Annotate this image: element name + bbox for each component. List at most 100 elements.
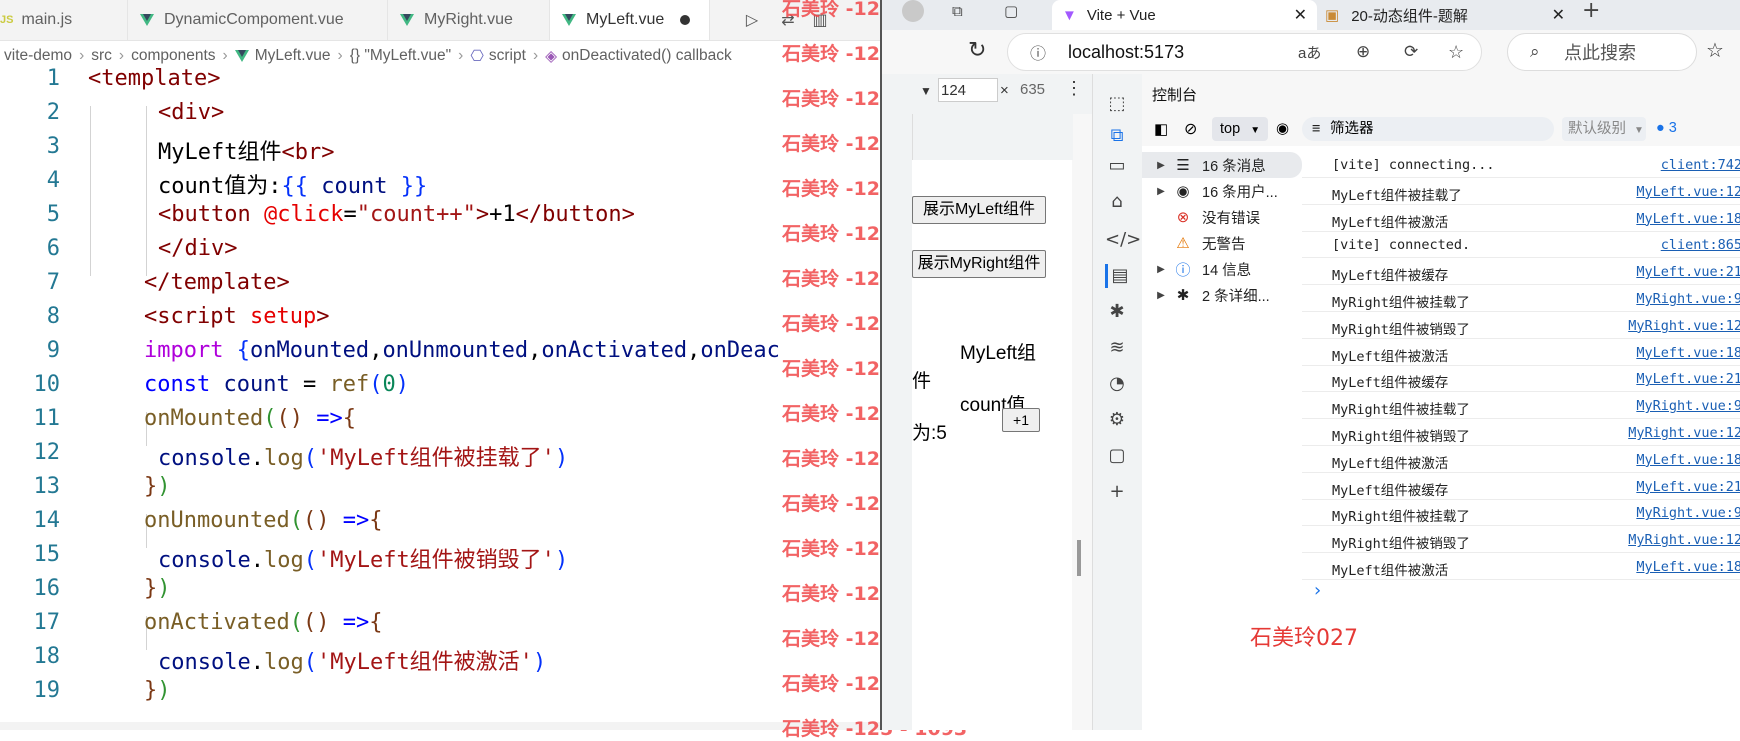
live-expression-eye-icon[interactable]: ◉ xyxy=(1276,119,1289,137)
log-source-link[interactable]: client:865 xyxy=(1661,237,1740,253)
console-prompt[interactable]: › xyxy=(1314,580,1321,601)
refresh-icon[interactable]: ↻ xyxy=(968,38,986,63)
new-tab-icon[interactable]: + xyxy=(1582,0,1600,23)
close-tab-icon[interactable]: ✕ xyxy=(1294,5,1307,25)
console-icon[interactable]: ▤ xyxy=(1105,264,1132,288)
show-myright-button[interactable]: 展示MyRight组件 xyxy=(912,250,1046,278)
issues-badge[interactable]: ● 3 xyxy=(1656,120,1677,136)
log-level-value: 默认级别 xyxy=(1568,121,1626,137)
log-source-link[interactable]: MyLeft.vue:21 xyxy=(1636,479,1740,495)
settings-gear-icon[interactable]: ⚙ xyxy=(1105,408,1129,432)
add-tool-icon[interactable]: + xyxy=(1105,480,1129,504)
search-placeholder: 点此搜索 xyxy=(1564,43,1636,63)
favorites-icon[interactable]: ☆ xyxy=(1706,38,1724,62)
run-icon[interactable]: ▷ xyxy=(742,10,762,30)
context-select[interactable]: top ▼ xyxy=(1212,117,1268,141)
breadcrumb-item[interactable]: MyLeft.vue xyxy=(255,47,331,65)
resize-handle[interactable] xyxy=(1077,540,1081,576)
profile-avatar[interactable] xyxy=(902,0,924,22)
show-myleft-button[interactable]: 展示MyLeft组件 xyxy=(912,196,1046,224)
warning-icon: ⚠ xyxy=(1176,235,1190,252)
tab-actions-icon[interactable]: ▢ xyxy=(1004,2,1018,20)
category-warnings[interactable]: ⚠ 无警告 xyxy=(1142,230,1302,256)
breadcrumb-item[interactable]: src xyxy=(91,47,112,65)
tab-dynamic-compoment[interactable]: DynamicCompoment.vue xyxy=(128,0,388,40)
log-message: MyRight组件被销毁了 xyxy=(1332,429,1470,445)
breadcrumb-item[interactable]: onDeactivated() callback xyxy=(562,47,732,65)
read-aloud-icon[interactable]: aあ xyxy=(1298,42,1321,63)
log-source-link[interactable]: MyLeft.vue:12 xyxy=(1636,184,1740,200)
category-info[interactable]: ▶ ⓘ 14 信息 xyxy=(1142,256,1302,282)
search-box[interactable]: ⌕ 点此搜索 xyxy=(1507,33,1697,71)
url-field[interactable]: ⓘ localhost:5173 aあ ⊕ ⟳ ☆ xyxy=(1007,33,1482,71)
home-icon[interactable]: ⌂ xyxy=(1105,190,1129,214)
line-number: 3 xyxy=(46,134,60,159)
dimension-dropdown-icon[interactable]: ▼ xyxy=(920,84,932,98)
category-messages[interactable]: ▶ ☰ 16 条消息 xyxy=(1142,152,1302,178)
collections-icon[interactable]: ⧉ xyxy=(952,2,963,20)
log-source-link[interactable]: MyLeft.vue:18 xyxy=(1636,559,1740,575)
log-message: MyLeft组件被激活 xyxy=(1332,455,1449,472)
breadcrumb-item[interactable]: vite-demo xyxy=(4,47,72,65)
increment-button[interactable]: +1 xyxy=(1002,408,1040,432)
browser-tab-solution[interactable]: ▣ 20-动态组件-题解 ✕ xyxy=(1315,0,1575,30)
log-source-link[interactable]: MyRight.vue:12 xyxy=(1628,318,1740,334)
network-icon[interactable]: ≋ xyxy=(1105,336,1129,360)
breadcrumb-item[interactable]: {} "MyLeft.vue" xyxy=(350,47,451,65)
code-line: onActivated(() =>{ xyxy=(144,610,383,635)
log-message: MyRight组件被挂载了 xyxy=(1332,509,1470,526)
log-source-link[interactable]: MyRight.vue:12 xyxy=(1628,425,1740,441)
log-source-link[interactable]: MyRight.vue:9 xyxy=(1636,505,1740,521)
log-level-select[interactable]: 默认级别 ▼ xyxy=(1562,117,1646,141)
code-line: console.log('MyLeft组件被挂载了') xyxy=(158,446,569,471)
log-source-link[interactable]: MyRight.vue:9 xyxy=(1636,398,1740,414)
tab-myright[interactable]: MyRight.vue xyxy=(388,0,550,40)
clear-console-icon[interactable]: ⊘ xyxy=(1184,119,1197,139)
more-options-icon[interactable]: ⋮ xyxy=(1065,78,1083,99)
category-errors[interactable]: ⊗ 没有错误 xyxy=(1142,204,1302,230)
favorite-star-icon[interactable]: ☆ xyxy=(1448,42,1464,63)
site-info-icon[interactable]: ⓘ xyxy=(1030,40,1046,64)
line-number: 13 xyxy=(33,474,61,499)
log-source-link[interactable]: MyRight.vue:9 xyxy=(1636,291,1740,307)
console-log-row: MyLeft组件被缓存 MyLeft.vue:21 xyxy=(1302,259,1740,286)
console-log-row: MyRight组件被销毁了 MyRight.vue:12 xyxy=(1302,527,1740,554)
breadcrumb-item[interactable]: script xyxy=(489,47,526,65)
breadcrumb-item[interactable]: components xyxy=(131,47,215,65)
log-source-link[interactable]: MyRight.vue:12 xyxy=(1628,532,1740,548)
log-source-link[interactable]: MyLeft.vue:21 xyxy=(1636,264,1740,280)
console-title[interactable]: 控制台 xyxy=(1152,84,1197,105)
category-user-messages[interactable]: ▶ ◉ 16 条用户... xyxy=(1142,178,1302,204)
zoom-icon[interactable]: ⊕ xyxy=(1356,42,1370,62)
extension-icon[interactable]: ⟳ xyxy=(1404,42,1418,62)
elements-icon[interactable]: </> xyxy=(1105,228,1141,252)
height-input[interactable]: 635 xyxy=(1020,78,1054,102)
tab-myleft[interactable]: MyLeft.vue xyxy=(550,0,710,40)
performance-icon[interactable]: ◔ xyxy=(1105,372,1129,396)
user-icon: ◉ xyxy=(1176,183,1190,200)
tab-main-js[interactable]: JS main.js xyxy=(0,0,128,40)
inspect-icon[interactable]: ⬚ xyxy=(1105,92,1129,116)
application-icon[interactable]: ▢ xyxy=(1105,444,1129,468)
category-verbose[interactable]: ▶ ✱ 2 条详细... xyxy=(1142,282,1302,308)
console-filter-input[interactable]: ≡ 筛选器 xyxy=(1302,117,1554,141)
log-source-link[interactable]: MyLeft.vue:18 xyxy=(1636,211,1740,227)
log-source-link[interactable]: MyLeft.vue:18 xyxy=(1636,452,1740,468)
log-source-link[interactable]: client:742 xyxy=(1661,157,1740,173)
sources-bug-icon[interactable]: ✱ xyxy=(1105,300,1129,324)
width-input[interactable]: 124 xyxy=(938,78,998,102)
console-log-row: MyLeft组件被激活 MyLeft.vue:18 xyxy=(1302,447,1740,473)
line-number: 12 xyxy=(33,440,61,465)
code-area[interactable]: 1 2 3 4 5 6 7 8 9 10 11 12 13 14 15 16 1… xyxy=(0,66,880,722)
dock-icon[interactable]: ▭ xyxy=(1105,154,1129,178)
close-tab-icon[interactable]: ✕ xyxy=(1552,5,1565,25)
horizontal-scrollbar[interactable] xyxy=(0,722,880,730)
device-emulation-icon[interactable]: ⧉ xyxy=(1105,124,1129,148)
console-log-row: MyLeft组件被缓存 MyLeft.vue:21 xyxy=(1302,366,1740,393)
sidebar-toggle-icon[interactable]: ◧ xyxy=(1154,120,1168,138)
log-source-link[interactable]: MyLeft.vue:21 xyxy=(1636,371,1740,387)
code-editor: JS main.js DynamicCompoment.vue MyRight.… xyxy=(0,0,880,730)
log-source-link[interactable]: MyLeft.vue:18 xyxy=(1636,345,1740,361)
log-message: MyLeft组件被激活 xyxy=(1332,563,1449,579)
browser-tab-vite[interactable]: ▼ Vite + Vue ✕ xyxy=(1052,0,1317,30)
